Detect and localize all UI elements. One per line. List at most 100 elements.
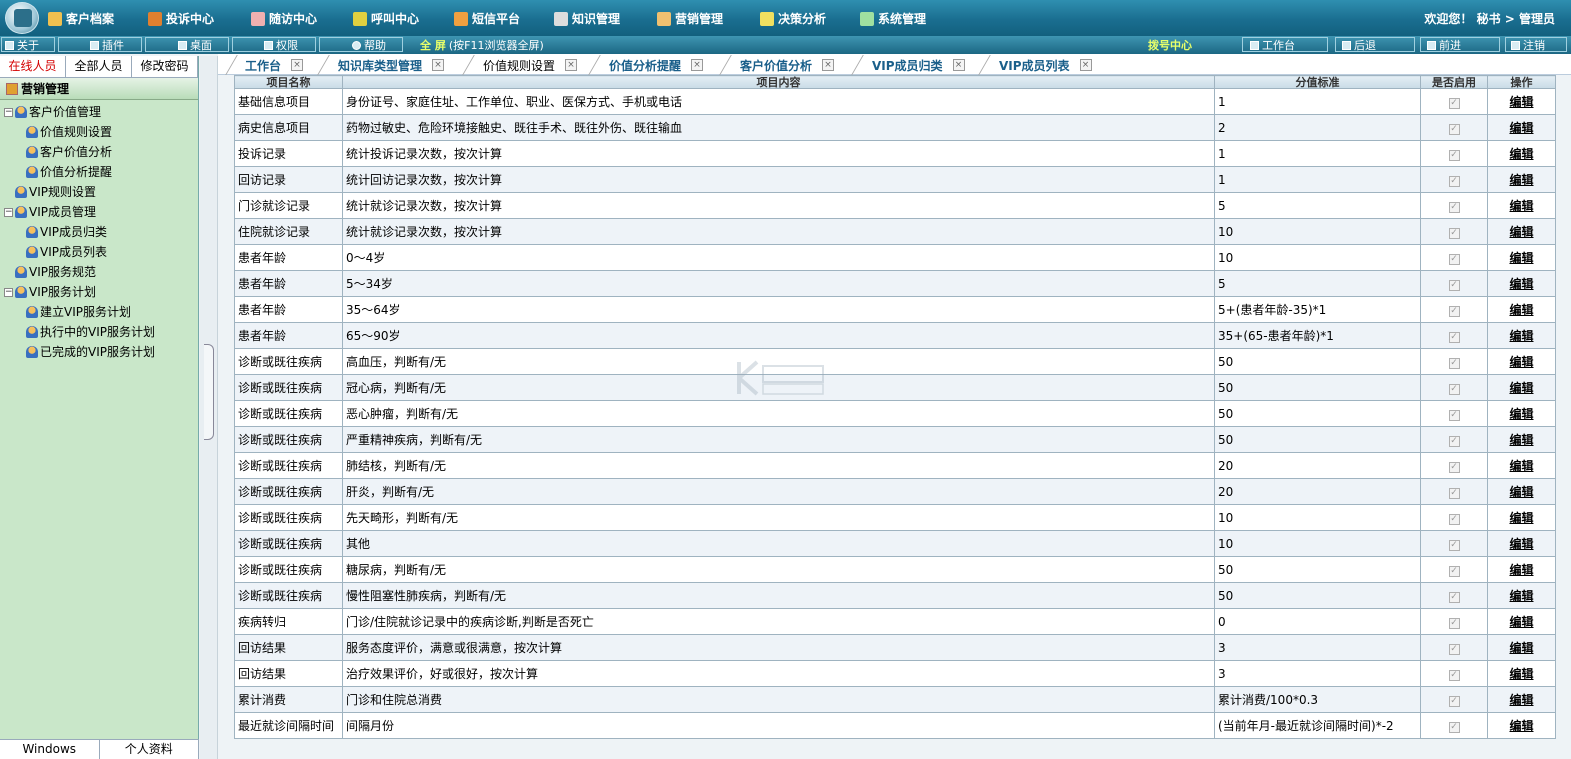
tree-item[interactable]: VIP成员归类 <box>0 222 198 242</box>
enabled-checkbox[interactable]: ✓ <box>1448 436 1460 447</box>
about-button[interactable]: 关于 <box>5 37 39 53</box>
edit-link[interactable]: 编辑 <box>1509 225 1533 239</box>
enabled-checkbox[interactable]: ✓ <box>1448 644 1460 655</box>
enabled-checkbox[interactable]: ✓ <box>1448 358 1460 369</box>
enabled-checkbox[interactable]: ✓ <box>1448 176 1460 187</box>
edit-link[interactable]: 编辑 <box>1509 485 1533 499</box>
tree-item[interactable]: − VIP服务计划 <box>0 282 198 302</box>
tab-all-users[interactable]: 全部人员 <box>66 56 132 77</box>
desktop-button[interactable]: 桌面 <box>178 37 212 53</box>
enabled-checkbox[interactable]: ✓ <box>1448 696 1460 707</box>
close-tab-icon[interactable]: × <box>291 59 304 71</box>
content-tab-4[interactable]: 客户价值分析 × <box>740 55 835 75</box>
edit-link[interactable]: 编辑 <box>1509 121 1533 135</box>
edit-link[interactable]: 编辑 <box>1509 459 1533 473</box>
content-tab-5[interactable]: VIP成员归类 × <box>872 55 965 75</box>
enabled-checkbox[interactable]: ✓ <box>1448 670 1460 681</box>
permission-button[interactable]: 权限 <box>264 37 298 53</box>
tree-item[interactable]: 建立VIP服务计划 <box>0 302 198 322</box>
tab-windows[interactable]: Windows <box>0 740 100 759</box>
content-tab-2[interactable]: 价值规则设置 × <box>483 55 578 75</box>
tree-item[interactable]: VIP规则设置 <box>0 182 198 202</box>
enabled-checkbox[interactable]: ✓ <box>1448 722 1460 733</box>
edit-link[interactable]: 编辑 <box>1509 433 1533 447</box>
enabled-checkbox[interactable]: ✓ <box>1448 202 1460 213</box>
top-menu-item-4[interactable]: 短信平台 <box>454 10 520 27</box>
tab-change-password[interactable]: 修改密码 <box>132 56 198 77</box>
edit-link[interactable]: 编辑 <box>1509 355 1533 369</box>
edit-link[interactable]: 编辑 <box>1509 407 1533 421</box>
top-menu-item-1[interactable]: 投诉中心 <box>148 10 214 27</box>
enabled-checkbox[interactable]: ✓ <box>1448 514 1460 525</box>
content-tab-1[interactable]: 知识库类型管理 × <box>338 55 445 75</box>
logout-button[interactable]: 注销 <box>1511 37 1545 53</box>
help-button[interactable]: 帮助 <box>352 37 386 53</box>
close-tab-icon[interactable]: × <box>822 59 835 71</box>
tree-item[interactable]: 已完成的VIP服务计划 <box>0 342 198 362</box>
edit-link[interactable]: 编辑 <box>1509 147 1533 161</box>
enabled-checkbox[interactable]: ✓ <box>1448 410 1460 421</box>
close-tab-icon[interactable]: × <box>952 59 965 71</box>
splitter-grip-handle[interactable] <box>204 344 214 440</box>
workbench-button[interactable]: 工作台 <box>1250 37 1295 53</box>
content-tab-6[interactable]: VIP成员列表 × <box>999 55 1092 75</box>
close-tab-icon[interactable]: × <box>432 59 445 71</box>
edit-link[interactable]: 编辑 <box>1509 641 1533 655</box>
edit-link[interactable]: 编辑 <box>1509 381 1533 395</box>
enabled-checkbox[interactable]: ✓ <box>1448 566 1460 577</box>
back-button[interactable]: 后退 <box>1342 37 1376 53</box>
dial-center-button[interactable]: 拨号中心 <box>1148 37 1192 53</box>
enabled-checkbox[interactable]: ✓ <box>1448 462 1460 473</box>
top-menu-item-0[interactable]: 客户档案 <box>48 10 114 27</box>
fullscreen-button[interactable]: 全 屏 (按F11浏览器全屏) <box>420 37 544 53</box>
enabled-checkbox[interactable]: ✓ <box>1448 150 1460 161</box>
tree-item[interactable]: 执行中的VIP服务计划 <box>0 322 198 342</box>
edit-link[interactable]: 编辑 <box>1509 95 1533 109</box>
close-tab-icon[interactable]: × <box>565 59 578 71</box>
tree-item[interactable]: VIP服务规范 <box>0 262 198 282</box>
top-menu-item-3[interactable]: 呼叫中心 <box>353 10 419 27</box>
enabled-checkbox[interactable]: ✓ <box>1448 332 1460 343</box>
tree-item[interactable]: 客户价值分析 <box>0 142 198 162</box>
plugin-button[interactable]: 插件 <box>90 37 124 53</box>
edit-link[interactable]: 编辑 <box>1509 667 1533 681</box>
tree-item[interactable]: − 客户价值管理 <box>0 102 198 122</box>
edit-link[interactable]: 编辑 <box>1509 693 1533 707</box>
edit-link[interactable]: 编辑 <box>1509 329 1533 343</box>
enabled-checkbox[interactable]: ✓ <box>1448 280 1460 291</box>
tree-item[interactable]: 价值规则设置 <box>0 122 198 142</box>
edit-link[interactable]: 编辑 <box>1509 303 1533 317</box>
enabled-checkbox[interactable]: ✓ <box>1448 488 1460 499</box>
content-tab-3[interactable]: 价值分析提醒 × <box>609 55 704 75</box>
tab-online-users[interactable]: 在线人员 <box>0 56 66 77</box>
tree-item[interactable]: 价值分析提醒 <box>0 162 198 182</box>
edit-link[interactable]: 编辑 <box>1509 277 1533 291</box>
enabled-checkbox[interactable]: ✓ <box>1448 618 1460 629</box>
enabled-checkbox[interactable]: ✓ <box>1448 592 1460 603</box>
edit-link[interactable]: 编辑 <box>1509 719 1533 733</box>
enabled-checkbox[interactable]: ✓ <box>1448 306 1460 317</box>
content-tab-0[interactable]: 工作台 × <box>245 55 304 75</box>
forward-button[interactable]: 前进 <box>1427 37 1461 53</box>
panel-splitter[interactable] <box>200 56 218 759</box>
edit-link[interactable]: 编辑 <box>1509 563 1533 577</box>
edit-link[interactable]: 编辑 <box>1509 251 1533 265</box>
tree-item[interactable]: VIP成员列表 <box>0 242 198 262</box>
close-tab-icon[interactable]: × <box>691 59 704 71</box>
edit-link[interactable]: 编辑 <box>1509 537 1533 551</box>
enabled-checkbox[interactable]: ✓ <box>1448 384 1460 395</box>
close-tab-icon[interactable]: × <box>1079 59 1092 71</box>
edit-link[interactable]: 编辑 <box>1509 511 1533 525</box>
enabled-checkbox[interactable]: ✓ <box>1448 124 1460 135</box>
edit-link[interactable]: 编辑 <box>1509 173 1533 187</box>
enabled-checkbox[interactable]: ✓ <box>1448 540 1460 551</box>
top-menu-item-6[interactable]: 营销管理 <box>657 10 723 27</box>
top-menu-item-8[interactable]: 系统管理 <box>860 10 926 27</box>
edit-link[interactable]: 编辑 <box>1509 199 1533 213</box>
collapse-toggle-icon[interactable]: − <box>4 287 13 297</box>
tree-item[interactable]: − VIP成员管理 <box>0 202 198 222</box>
enabled-checkbox[interactable]: ✓ <box>1448 98 1460 109</box>
top-menu-item-7[interactable]: 决策分析 <box>760 10 826 27</box>
tab-personal-info[interactable]: 个人资料 <box>100 740 199 759</box>
enabled-checkbox[interactable]: ✓ <box>1448 228 1460 239</box>
